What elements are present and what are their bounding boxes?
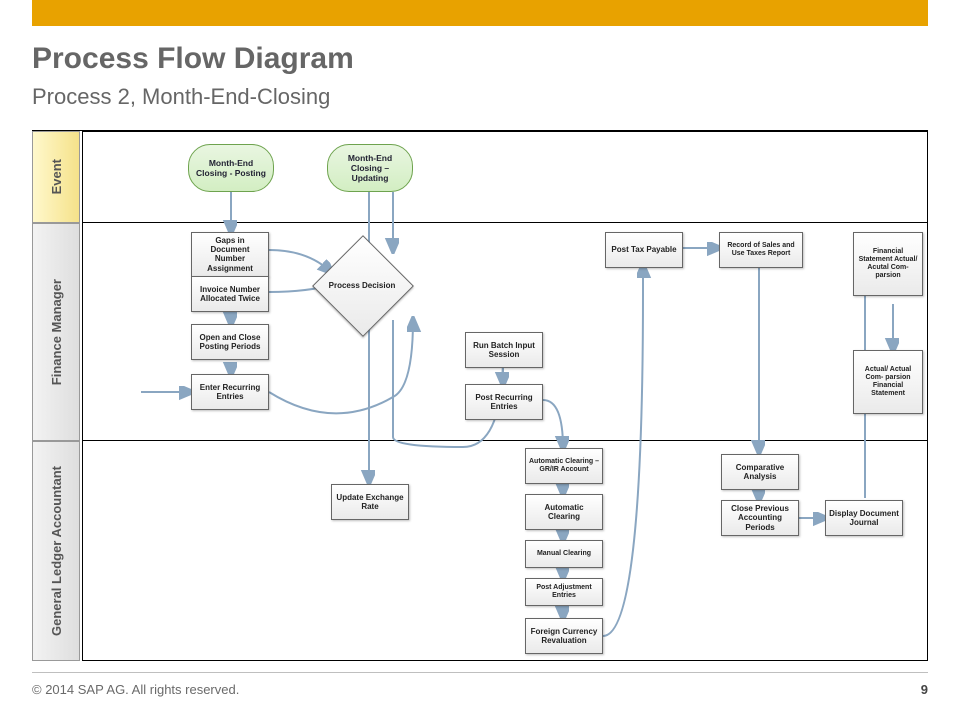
step-manual-clearing: Manual Clearing xyxy=(525,540,603,568)
lane-label-general-ledger-accountant: General Ledger Accountant xyxy=(32,441,80,661)
step-auto-clearing-grir: Automatic Clearing – GR/IR Account xyxy=(525,448,603,484)
lane-label-finance-manager: Finance Manager xyxy=(32,223,80,441)
swimlane-canvas: Month-End Closing - Posting Month-End Cl… xyxy=(82,131,928,661)
step-post-tax-payable: Post Tax Payable xyxy=(605,232,683,268)
header-accent-bar xyxy=(32,0,928,26)
step-gaps-doc-number: Gaps in Document Number Assignment xyxy=(191,232,269,277)
step-post-recurring: Post Recurring Entries xyxy=(465,384,543,420)
lane-separator xyxy=(83,440,927,441)
step-actual-actual-comparison: Actual/ Actual Com- parsion Financial St… xyxy=(853,350,923,414)
decision-process: Process Decision xyxy=(327,250,397,320)
step-foreign-currency-revaluation: Foreign Currency Revaluation xyxy=(525,618,603,654)
step-invoice-number-twice: Invoice Number Allocated Twice xyxy=(191,276,269,312)
lane-separator xyxy=(83,222,927,223)
lane-label-event: Event xyxy=(32,131,80,223)
step-comparative-analysis: Comparative Analysis xyxy=(721,454,799,490)
step-close-previous-periods: Close Previous Accounting Periods xyxy=(721,500,799,536)
swimlane-diagram: Event Finance Manager General Ledger Acc… xyxy=(32,130,928,661)
page-subtitle: Process 2, Month-End-Closing xyxy=(32,84,330,110)
page-number: 9 xyxy=(921,682,928,697)
step-sales-use-tax-report: Record of Sales and Use Taxes Report xyxy=(719,232,803,268)
step-update-exchange-rate: Update Exchange Rate xyxy=(331,484,409,520)
step-enter-recurring: Enter Recurring Entries xyxy=(191,374,269,410)
lane-labels-column: Event Finance Manager General Ledger Acc… xyxy=(32,131,78,661)
footer: © 2014 SAP AG. All rights reserved. 9 xyxy=(32,672,928,701)
step-financial-statement-actual: Financial Statement Actual/ Acutal Com- … xyxy=(853,232,923,296)
page-title: Process Flow Diagram xyxy=(32,42,354,76)
event-month-end-updating: Month-End Closing – Updating xyxy=(327,144,413,192)
step-automatic-clearing: Automatic Clearing xyxy=(525,494,603,530)
step-post-adjustment-entries: Post Adjustment Entries xyxy=(525,578,603,606)
step-open-close-periods: Open and Close Posting Periods xyxy=(191,324,269,360)
copyright-text: © 2014 SAP AG. All rights reserved. xyxy=(32,682,239,697)
event-month-end-posting: Month-End Closing - Posting xyxy=(188,144,274,192)
step-display-document-journal: Display Document Journal xyxy=(825,500,903,536)
step-run-batch-input: Run Batch Input Session xyxy=(465,332,543,368)
